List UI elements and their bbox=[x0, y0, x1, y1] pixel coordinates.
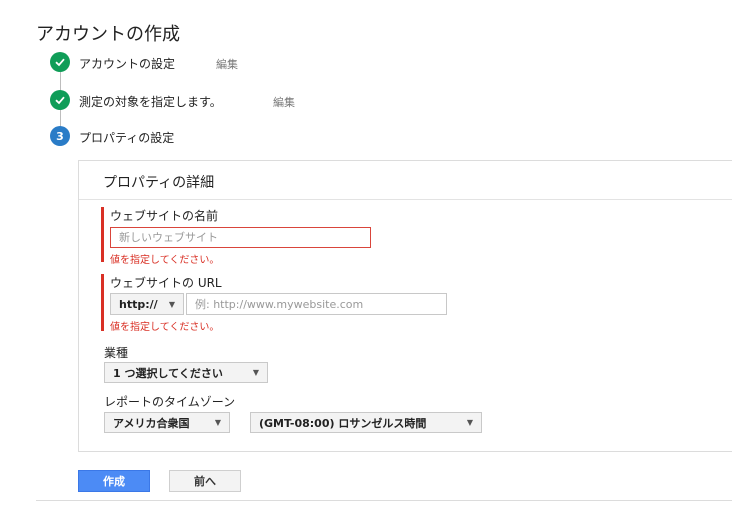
back-button[interactable]: 前へ bbox=[169, 470, 241, 492]
step-label-property-settings: プロパティの設定 bbox=[79, 131, 175, 145]
website-name-error: 値を指定してください。 bbox=[110, 255, 220, 266]
caret-down-icon: ▼ bbox=[214, 418, 221, 427]
page-title: アカウントの作成 bbox=[36, 24, 180, 45]
timezone-zone-dropdown[interactable]: (GMT-08:00) ロサンゼルス時間 ▼ bbox=[250, 412, 482, 433]
caret-down-icon: ▼ bbox=[168, 299, 175, 309]
url-protocol-value: http:// bbox=[119, 297, 158, 311]
website-url-input[interactable] bbox=[186, 293, 447, 315]
website-name-label: ウェブサイトの名前 bbox=[110, 209, 219, 223]
step-connector bbox=[60, 109, 61, 127]
timezone-zone-value: (GMT-08:00) ロサンゼルス時間 bbox=[259, 416, 427, 430]
timezone-country-dropdown[interactable]: アメリカ合衆国 ▼ bbox=[104, 412, 230, 433]
industry-selected-value: 1 つ選択してください bbox=[113, 366, 223, 380]
caret-down-icon: ▼ bbox=[466, 418, 473, 427]
checkmark-icon bbox=[55, 58, 65, 67]
footer-divider bbox=[36, 500, 732, 501]
timezone-label: レポートのタイムゾーン bbox=[104, 395, 236, 409]
step-connector bbox=[60, 72, 61, 92]
industry-dropdown[interactable]: 1 つ選択してください ▼ bbox=[104, 362, 268, 383]
timezone-country-value: アメリカ合衆国 bbox=[113, 416, 190, 430]
caret-down-icon: ▼ bbox=[252, 368, 259, 377]
panel-title: プロパティの詳細 bbox=[103, 175, 215, 191]
website-url-error: 値を指定してください。 bbox=[110, 322, 220, 333]
step-label-account-settings: アカウントの設定 bbox=[79, 57, 176, 71]
step-number-badge: 3 bbox=[50, 126, 70, 146]
website-url-label: ウェブサイトの URL bbox=[110, 276, 222, 290]
edit-account-settings-link[interactable]: 編集 bbox=[216, 56, 238, 72]
checkmark-icon bbox=[55, 96, 65, 105]
panel-header: プロパティの詳細 bbox=[79, 161, 732, 200]
website-name-input[interactable] bbox=[110, 227, 371, 248]
url-protocol-dropdown[interactable]: http:// ▼ bbox=[110, 293, 184, 315]
create-button[interactable]: 作成 bbox=[78, 470, 150, 492]
step-label-measurement-target: 測定の対象を指定します。 bbox=[79, 95, 222, 109]
error-indicator-bar bbox=[101, 207, 104, 262]
industry-label: 業種 bbox=[104, 346, 129, 360]
step-done-icon bbox=[50, 90, 70, 110]
edit-measurement-target-link[interactable]: 編集 bbox=[273, 94, 295, 110]
error-indicator-bar bbox=[101, 274, 104, 331]
step-done-icon bbox=[50, 52, 70, 72]
